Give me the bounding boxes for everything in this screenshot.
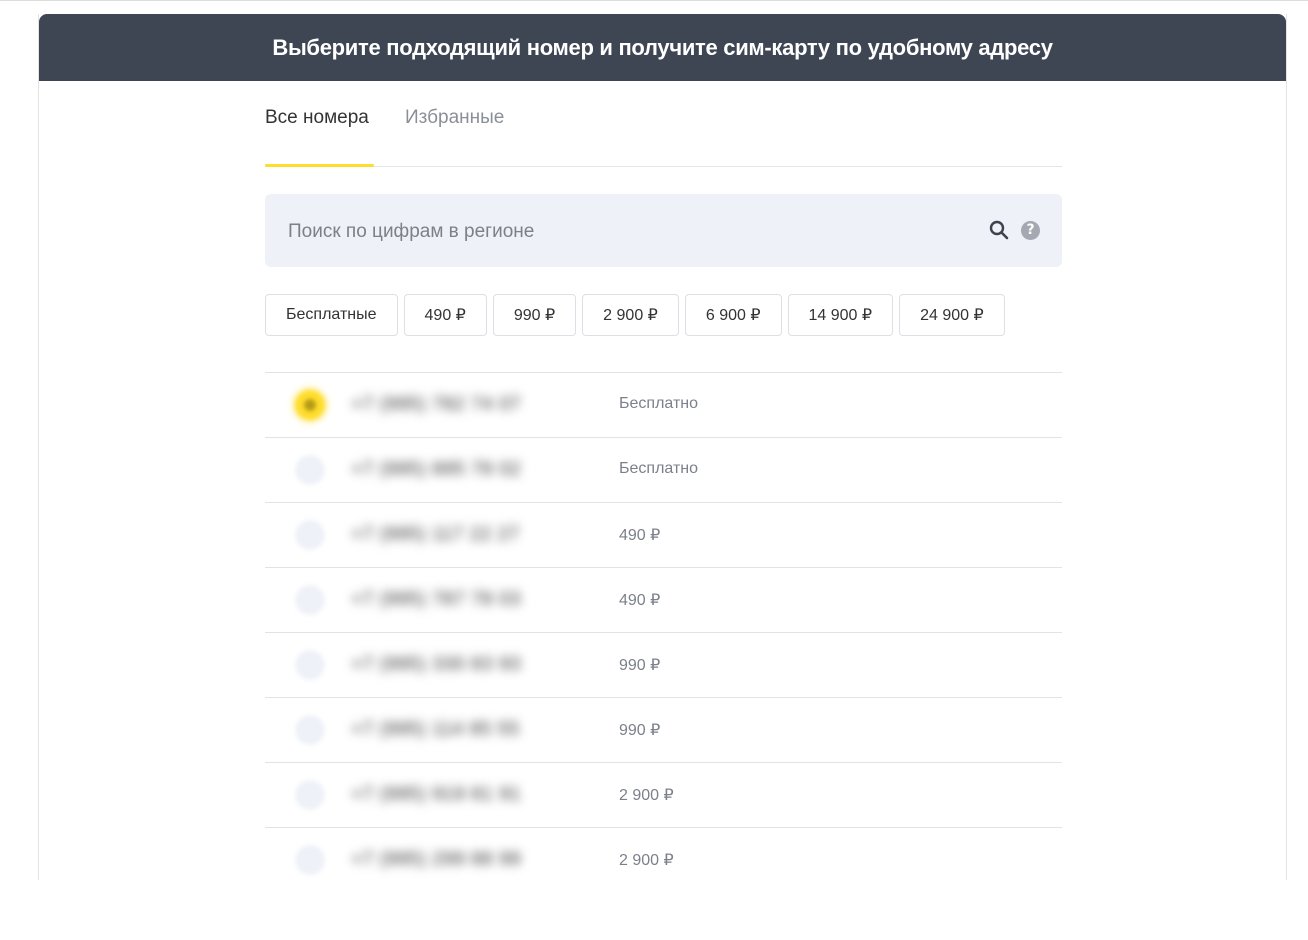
- phone-number: +7 (995) 117 22 27: [351, 524, 520, 545]
- number-row[interactable]: +7 (995) 117 22 27 490 ₽: [265, 503, 1062, 568]
- number-price: 2 900 ₽: [619, 787, 674, 804]
- phone-number: +7 (995) 299 88 99: [351, 849, 522, 870]
- filter-24900[interactable]: 24 900 ₽: [899, 294, 1005, 336]
- filter-490[interactable]: 490 ₽: [403, 294, 487, 336]
- tab-favorites[interactable]: Избранные: [405, 107, 504, 129]
- search-icon[interactable]: [989, 220, 1009, 240]
- number-price: Бесплатно: [619, 460, 699, 477]
- phone-number: +7 (995) 782 74 07: [351, 394, 522, 415]
- price-filters: Бесплатные 490 ₽ 990 ₽ 2 900 ₽ 6 900 ₽ 1…: [265, 294, 1005, 336]
- filter-6900[interactable]: 6 900 ₽: [684, 294, 782, 336]
- tab-all-numbers[interactable]: Все номера: [265, 107, 369, 129]
- radio-unselected[interactable]: [295, 715, 325, 745]
- number-price: 990 ₽: [619, 722, 661, 739]
- number-row[interactable]: +7 (995) 299 88 99 2 900 ₽: [265, 828, 1062, 880]
- phone-number: +7 (995) 114 85 55: [351, 719, 520, 740]
- number-price: 2 900 ₽: [619, 852, 674, 869]
- number-row[interactable]: +7 (995) 782 74 07 Бесплатно: [265, 373, 1062, 438]
- search-input[interactable]: [286, 194, 970, 269]
- number-picker-card: Выберите подходящий номер и получите сим…: [38, 14, 1287, 880]
- radio-unselected[interactable]: [295, 650, 325, 680]
- search-box: ?: [265, 194, 1062, 269]
- phone-number: +7 (995) 330 83 93: [351, 654, 522, 675]
- phone-number: +7 (995) 787 78 03: [351, 589, 522, 610]
- number-row[interactable]: +7 (995) 919 81 91 2 900 ₽: [265, 763, 1062, 828]
- number-price: Бесплатно: [619, 395, 699, 412]
- number-picker-content: Все номера Избранные ? Бесплатные 490 ₽ …: [265, 81, 1062, 875]
- filter-14900[interactable]: 14 900 ₽: [787, 294, 894, 336]
- phone-number: +7 (995) 895 78 02: [351, 459, 522, 480]
- phone-number: +7 (995) 919 81 91: [351, 784, 522, 805]
- radio-unselected[interactable]: [295, 520, 325, 550]
- number-price: 990 ₽: [619, 657, 661, 674]
- radio-unselected[interactable]: [295, 845, 325, 875]
- question-circle-icon[interactable]: ?: [1021, 221, 1040, 240]
- number-price: 490 ₽: [619, 592, 661, 609]
- number-row[interactable]: +7 (995) 895 78 02 Бесплатно: [265, 438, 1062, 503]
- filter-990[interactable]: 990 ₽: [492, 294, 577, 336]
- filter-2900[interactable]: 2 900 ₽: [582, 294, 679, 336]
- number-row[interactable]: +7 (995) 114 85 55 990 ₽: [265, 698, 1062, 763]
- radio-unselected[interactable]: [295, 780, 325, 810]
- number-price: 490 ₽: [619, 527, 661, 544]
- radio-unselected[interactable]: [295, 585, 325, 615]
- banner-title: Выберите подходящий номер и получите сим…: [272, 34, 1053, 60]
- radio-selected[interactable]: [295, 390, 325, 420]
- number-row[interactable]: +7 (995) 330 83 93 990 ₽: [265, 633, 1062, 698]
- active-tab-indicator: [265, 164, 374, 167]
- header-banner: Выберите подходящий номер и получите сим…: [39, 14, 1286, 81]
- tabs: Все номера Избранные: [265, 81, 1062, 167]
- filter-free[interactable]: Бесплатные: [265, 294, 398, 336]
- radio-unselected[interactable]: [295, 455, 325, 485]
- number-row[interactable]: +7 (995) 787 78 03 490 ₽: [265, 568, 1062, 633]
- top-divider: [0, 0, 1308, 1]
- number-list: +7 (995) 782 74 07 Бесплатно +7 (995) 89…: [265, 372, 1062, 880]
